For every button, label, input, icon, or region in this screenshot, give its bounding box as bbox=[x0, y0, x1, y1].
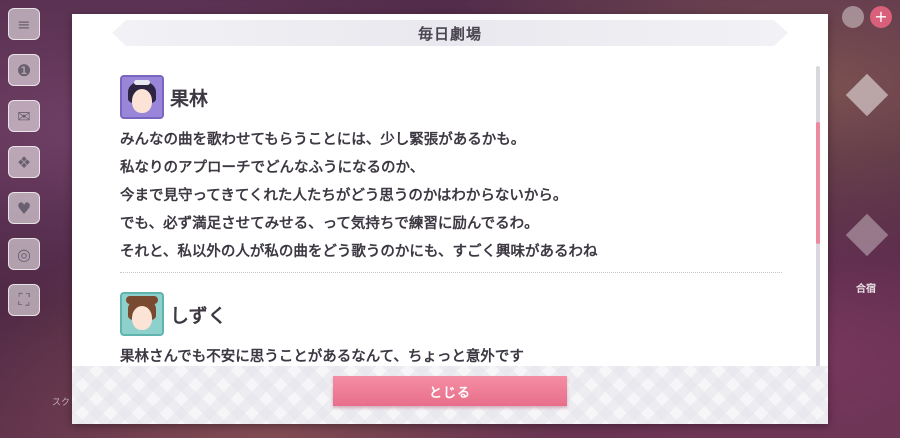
camera-icon[interactable]: ◎ bbox=[8, 238, 40, 270]
scrollbar-thumb[interactable] bbox=[816, 122, 820, 244]
add-icon[interactable]: + bbox=[870, 6, 892, 28]
dialogue-line: でも、必ず満足させてみせる、って気持ちで練習に励んでるわ。 bbox=[120, 216, 539, 232]
gift-icon[interactable]: ❖ bbox=[8, 146, 40, 178]
scrollbar-track[interactable] bbox=[816, 66, 820, 384]
dialogue-line: みんなの曲を歌わせてもらうことには、少し緊張があるかも。 bbox=[120, 132, 526, 148]
right-menu-label[interactable]: 合宿 bbox=[856, 280, 876, 295]
dialog-scroll-content[interactable]: 果林 みんなの曲を歌わせてもらうことには、少し緊張があるかも。 私なりのアプロー… bbox=[120, 72, 782, 384]
dialogue-line: 私なりのアプローチでどんなふうになるのか、 bbox=[120, 160, 425, 176]
dialogue-entry: 果林 みんなの曲を歌わせてもらうことには、少し緊張があるかも。 私なりのアプロー… bbox=[120, 72, 782, 273]
heart-icon[interactable]: ♥ bbox=[8, 192, 40, 224]
dialog-title: 毎日劇場 bbox=[417, 24, 482, 43]
close-button[interactable]: とじる bbox=[333, 376, 567, 406]
dialogue-line: それと、私以外の人が私の曲をどう歌うのかにも、すごく興味があるわね bbox=[120, 244, 598, 260]
karin-avatar-icon bbox=[120, 75, 164, 119]
dialog-footer: とじる bbox=[72, 366, 828, 424]
event-icon[interactable]: ✉ bbox=[8, 100, 40, 132]
menu-icon[interactable]: ≡ bbox=[8, 8, 40, 40]
speaker-name: しずく bbox=[170, 304, 227, 327]
chat-icon[interactable]: ❶ bbox=[8, 54, 40, 86]
top-right-menu-icon[interactable] bbox=[842, 6, 864, 28]
dialogue-entry: しずく 果林さんでも不安に思うことがあるなんて、ちょっと意外です bbox=[120, 289, 782, 378]
diamond-icon bbox=[845, 73, 889, 117]
side-menu: ≡ ❶ ✉ ❖ ♥ ◎ ⛶ bbox=[8, 8, 44, 316]
right-decoration bbox=[840, 70, 890, 410]
dialog-title-bar: 毎日劇場 bbox=[112, 20, 788, 46]
shizuku-avatar-icon bbox=[120, 292, 164, 336]
speaker-row: 果林 bbox=[120, 72, 782, 122]
expand-icon[interactable]: ⛶ bbox=[8, 284, 40, 316]
diamond-icon bbox=[845, 213, 889, 257]
daily-theater-dialog: 毎日劇場 果林 みんなの曲を歌わせてもらうことには、少し緊張があるかも。 私なり… bbox=[72, 14, 828, 424]
dialogue-line: 今まで見守ってきてくれた人たちがどう思うのかはわからないから。 bbox=[120, 188, 568, 204]
speaker-name: 果林 bbox=[170, 87, 209, 110]
speaker-row: しずく bbox=[120, 289, 782, 339]
